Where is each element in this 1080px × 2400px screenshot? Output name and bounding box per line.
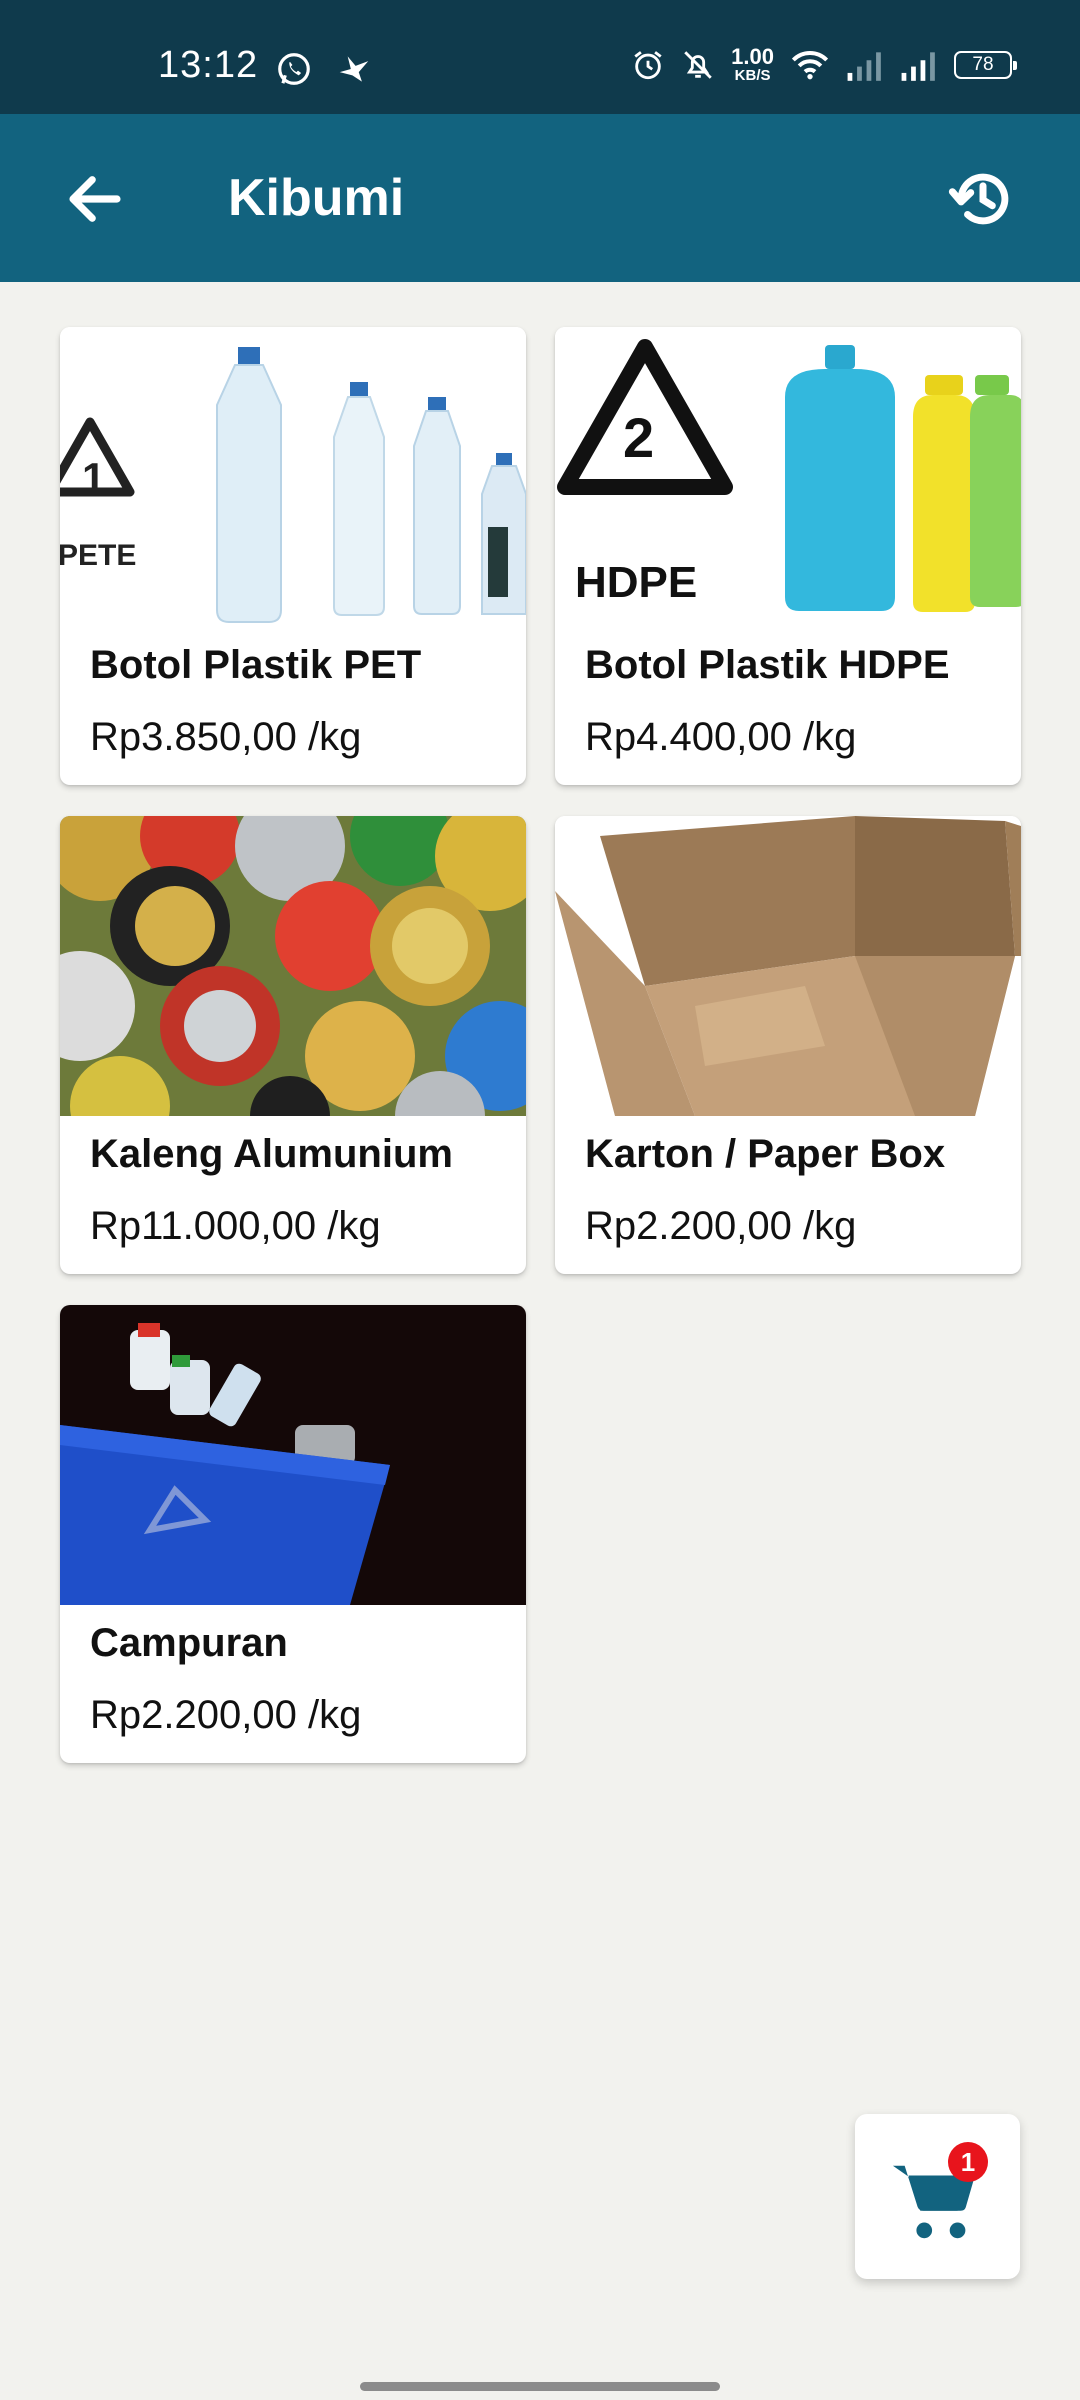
product-image-hdpe: 2 HDPE: [555, 327, 1021, 627]
product-image-pet: 1 PETE: [60, 327, 526, 627]
product-price: Rp4.400,00 /kg: [585, 715, 857, 759]
network-speed: 1.00 KB/S: [731, 44, 774, 84]
product-card-campuran[interactable]: Campuran Rp2.200,00 /kg: [60, 1305, 526, 1763]
wifi-icon: [791, 50, 829, 79]
signal-icon: [901, 51, 935, 81]
product-price: Rp2.200,00 /kg: [585, 1204, 857, 1248]
alarm-icon: [634, 50, 662, 79]
product-image-recycle-bin: [60, 1305, 526, 1605]
cart-button[interactable]: 1: [855, 2114, 1020, 2279]
product-image-cans: [60, 816, 526, 1116]
page-title: Kibumi: [228, 169, 405, 227]
cart-badge: 1: [948, 2142, 988, 2182]
product-name: Kaleng Alumunium: [90, 1132, 453, 1176]
product-name: Campuran: [90, 1621, 288, 1665]
battery-indicator: 78: [954, 50, 1017, 79]
product-card-kaleng[interactable]: Kaleng Alumunium Rp11.000,00 /kg: [60, 816, 526, 1274]
home-indicator[interactable]: [360, 2382, 720, 2391]
signal-weak-icon: [847, 51, 881, 81]
product-card-karton[interactable]: Karton / Paper Box Rp2.200,00 /kg: [555, 816, 1021, 1274]
product-image-box: [555, 816, 1021, 1116]
product-price: Rp3.850,00 /kg: [90, 715, 362, 759]
status-bar: 13:12 1.00 KB/S 78: [0, 0, 1080, 114]
product-name: Botol Plastik PET: [90, 643, 422, 687]
product-card-hdpe[interactable]: 2 HDPE Botol Plastik HDPE Rp4.400,00 /kg: [555, 327, 1021, 785]
history-icon[interactable]: [948, 164, 1018, 234]
product-name: Karton / Paper Box: [585, 1132, 946, 1176]
product-price: Rp11.000,00 /kg: [90, 1204, 381, 1248]
app-bar: Kibumi: [0, 114, 1080, 282]
arrow-left-icon[interactable]: [62, 166, 128, 232]
whatsapp-icon: [278, 53, 310, 85]
svg-text:PETE: PETE: [60, 539, 136, 572]
status-time: 13:12: [158, 44, 259, 86]
product-price: Rp2.200,00 /kg: [90, 1693, 362, 1737]
svg-text:2: 2: [623, 406, 654, 469]
product-name: Botol Plastik HDPE: [585, 643, 950, 687]
svg-text:1: 1: [82, 454, 105, 501]
svg-text:HDPE: HDPE: [575, 558, 697, 607]
bell-off-icon: [684, 50, 712, 79]
cardboard-box-image: [555, 816, 1021, 1116]
product-card-pet[interactable]: 1 PETE Botol Plastik PET Rp3.850,00 /kg: [60, 327, 526, 785]
bird-icon: [339, 56, 369, 82]
